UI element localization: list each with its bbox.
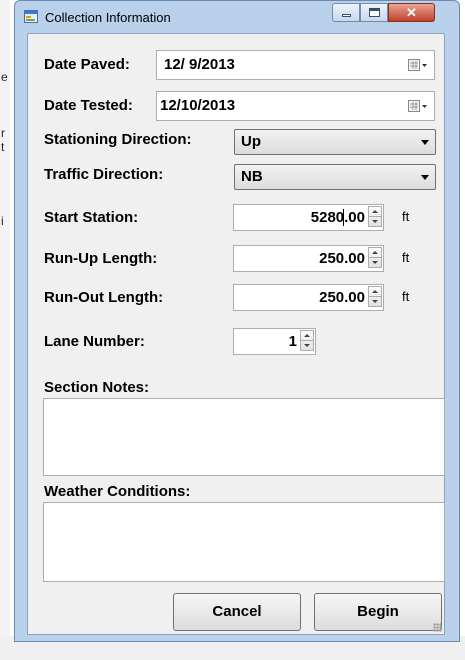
- run-up-length-value: 250.00: [319, 250, 365, 267]
- traffic-direction-label: Traffic Direction:: [44, 166, 164, 183]
- run-out-length-input[interactable]: 250.00: [233, 284, 384, 311]
- traffic-direction-dropdown[interactable]: NB: [234, 164, 436, 190]
- form-icon: [24, 10, 38, 23]
- weather-conditions-label: Weather Conditions:: [44, 483, 191, 500]
- collection-information-dialog: Collection Information ✕ Date Paved: 12/…: [14, 0, 460, 642]
- title-bar[interactable]: Collection Information ✕: [15, 1, 459, 33]
- start-station-value: 5280.00: [310, 209, 365, 226]
- background-glyph: e: [1, 70, 8, 84]
- lane-number-value: 1: [288, 333, 297, 350]
- traffic-direction-value: NB: [241, 168, 263, 185]
- calendar-dropdown-icon[interactable]: [408, 99, 428, 113]
- spinner-arrows-icon[interactable]: [300, 330, 314, 351]
- window-title: Collection Information: [45, 10, 171, 25]
- lane-number-input[interactable]: 1: [233, 328, 316, 355]
- cancel-button[interactable]: Cancel: [173, 593, 301, 631]
- section-notes-label: Section Notes:: [44, 379, 150, 396]
- begin-button[interactable]: Begin: [314, 593, 442, 631]
- date-paved-value: 12/ 9/2013: [164, 56, 235, 73]
- run-up-length-label: Run-Up Length:: [44, 250, 158, 267]
- chevron-down-icon: [421, 175, 429, 180]
- background-glyph: t: [1, 140, 5, 154]
- stationing-direction-value: Up: [241, 133, 261, 150]
- weather-conditions-textarea[interactable]: [43, 502, 445, 582]
- resize-grip[interactable]: [433, 623, 442, 632]
- chevron-down-icon: [421, 140, 429, 145]
- start-station-label: Start Station:: [44, 209, 139, 226]
- calendar-dropdown-icon[interactable]: [408, 58, 428, 72]
- minimize-button[interactable]: [332, 3, 360, 22]
- lane-number-label: Lane Number:: [44, 333, 145, 350]
- date-paved-label: Date Paved:: [44, 56, 130, 73]
- run-up-length-input[interactable]: 250.00: [233, 245, 384, 272]
- text-caret: [343, 209, 344, 226]
- run-out-length-label: Run-Out Length:: [44, 289, 164, 306]
- dialog-body: Date Paved: 12/ 9/2013 Date Tested: 12/1…: [27, 33, 445, 635]
- section-notes-textarea[interactable]: [43, 398, 445, 476]
- maximize-button[interactable]: [360, 3, 388, 22]
- date-tested-label: Date Tested:: [44, 97, 133, 114]
- close-icon: ✕: [406, 5, 417, 20]
- close-button[interactable]: ✕: [388, 3, 435, 22]
- run-up-length-unit: ft: [402, 250, 410, 265]
- spinner-arrows-icon[interactable]: [368, 286, 382, 307]
- maximize-icon: [369, 8, 380, 17]
- start-station-input[interactable]: 5280.00: [233, 204, 384, 231]
- background-glyph: i: [1, 214, 4, 228]
- background-glyph: r: [1, 126, 5, 140]
- stationing-direction-dropdown[interactable]: Up: [234, 129, 436, 155]
- stationing-direction-label: Stationing Direction:: [44, 131, 192, 148]
- run-out-length-unit: ft: [402, 289, 410, 304]
- date-tested-value: 12/10/2013: [160, 97, 236, 114]
- start-station-unit: ft: [402, 209, 410, 224]
- run-out-length-value: 250.00: [319, 289, 365, 306]
- date-tested-picker[interactable]: 12/10/2013: [156, 91, 435, 121]
- spinner-arrows-icon[interactable]: [368, 247, 382, 268]
- spinner-arrows-icon[interactable]: [368, 206, 382, 227]
- minimize-icon: [342, 14, 351, 17]
- date-paved-picker[interactable]: 12/ 9/2013: [156, 50, 435, 80]
- background-app-edge: e r t i: [0, 0, 10, 660]
